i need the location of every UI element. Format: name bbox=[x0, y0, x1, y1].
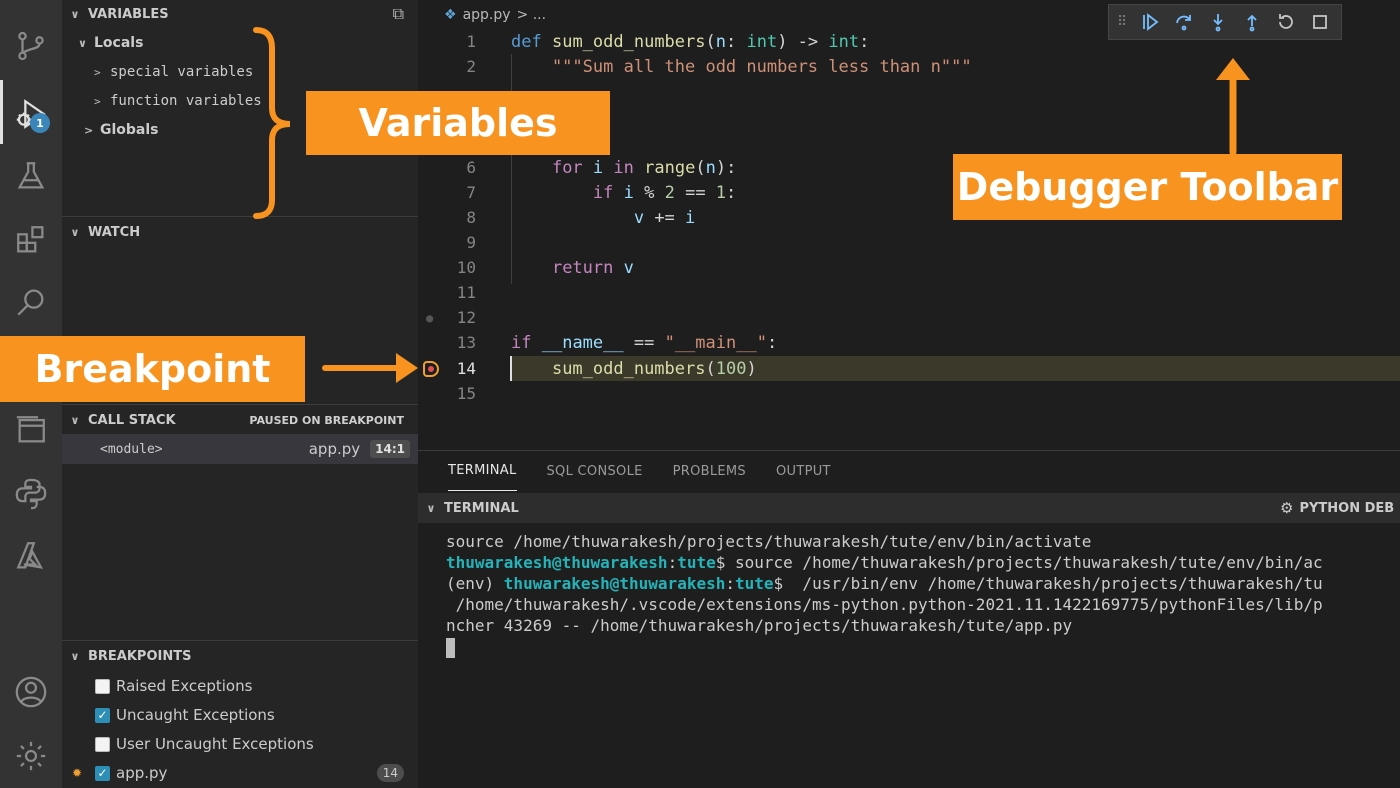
stop-icon[interactable] bbox=[1303, 7, 1337, 37]
step-over-icon[interactable] bbox=[1167, 7, 1201, 37]
terminal-line: thuwarakesh@thuwarakesh:tute$ source /ho… bbox=[446, 553, 1323, 572]
tab-sql-console[interactable]: SQL CONSOLE bbox=[547, 451, 643, 491]
chevron-right-icon: > bbox=[94, 94, 101, 108]
tree-item-function-variables[interactable]: > function variables bbox=[94, 87, 262, 115]
debugger-toolbar-callout: Debugger Toolbar bbox=[953, 154, 1342, 220]
divider bbox=[62, 404, 418, 405]
breadcrumb-file[interactable]: app.py bbox=[463, 7, 511, 23]
divider bbox=[62, 216, 418, 217]
breakpoint-uncaught-exceptions: ✓ Uncaught Exceptions bbox=[62, 701, 418, 729]
chevron-right-icon: > bbox=[94, 65, 101, 79]
terminal-line: ncher 43269 -- /home/thuwarakesh/project… bbox=[446, 616, 1073, 635]
active-indicator bbox=[0, 80, 3, 144]
terminal-header[interactable]: ∨ TERMINAL ⚙ PYTHON DEB bbox=[418, 493, 1400, 523]
step-into-icon[interactable] bbox=[1201, 7, 1235, 37]
call-stack-section-header[interactable]: ∨ CALL STACK PAUSED ON BREAKPOINT bbox=[62, 406, 418, 434]
watch-section-header[interactable]: ∨ WATCH bbox=[62, 218, 418, 246]
tab-problems[interactable]: PROBLEMS bbox=[673, 451, 746, 491]
breadcrumb-rest[interactable]: > ... bbox=[517, 7, 547, 23]
code-line-15: 15 bbox=[456, 384, 476, 403]
frame-position-badge: 14:1 bbox=[370, 440, 410, 458]
variables-callout: Variables bbox=[306, 91, 610, 155]
chevron-down-icon: ∨ bbox=[70, 7, 80, 21]
terminal-line: source /home/thuwarakesh/projects/thuwar… bbox=[446, 532, 1092, 551]
drag-handle-icon[interactable]: ⠿ bbox=[1117, 14, 1127, 30]
call-stack-frame[interactable]: <module> app.py 14:1 bbox=[62, 434, 418, 464]
tree-item-special-variables[interactable]: > special variables bbox=[94, 58, 253, 86]
debug-bug-icon: ⚙ bbox=[1280, 499, 1294, 517]
terminal-line: (env) thuwarakesh@thuwarakesh:tute$ /usr… bbox=[446, 574, 1323, 593]
azure-icon[interactable] bbox=[11, 536, 51, 576]
breakpoint-line-badge: 14 bbox=[376, 764, 404, 782]
code-line-2: 2 """Sum all the odd numbers less than n… bbox=[466, 56, 972, 77]
breakpoint-dot-icon: ✹ bbox=[72, 766, 83, 780]
python-file-icon: ❖ bbox=[444, 7, 457, 23]
continue-icon[interactable] bbox=[1133, 7, 1167, 37]
terminal-line: /home/thuwarakesh/.vscode/extensions/ms-… bbox=[446, 595, 1323, 614]
chevron-down-icon: ∨ bbox=[70, 225, 80, 239]
search-icon[interactable] bbox=[11, 282, 51, 322]
breakpoint-current-icon[interactable] bbox=[423, 360, 439, 377]
breakpoint-callout: Breakpoint bbox=[0, 336, 305, 402]
breakpoint-user-uncaught-exceptions: User Uncaught Exceptions bbox=[62, 730, 418, 758]
code-line-14: 14 sum_odd_numbers(100) bbox=[418, 356, 1400, 381]
tab-output[interactable]: OUTPUT bbox=[776, 451, 831, 491]
breakpoint-raised-exceptions: Raised Exceptions bbox=[62, 672, 418, 700]
python-icon[interactable] bbox=[11, 474, 51, 514]
panel-tabs: TERMINAL SQL CONSOLE PROBLEMS OUTPUT bbox=[418, 451, 1400, 491]
terminal-cursor bbox=[446, 638, 455, 658]
remote-explorer-icon[interactable] bbox=[11, 410, 51, 450]
code-line-9: 9 bbox=[466, 233, 476, 252]
tree-item-globals[interactable]: > Globals bbox=[84, 116, 159, 144]
restart-icon[interactable] bbox=[1269, 7, 1303, 37]
collapse-all-icon[interactable]: ⧉ bbox=[393, 4, 404, 24]
code-line-13: 13 if __name__ == "__main__": bbox=[456, 332, 778, 353]
step-out-icon[interactable] bbox=[1235, 7, 1269, 37]
checkbox-checked[interactable]: ✓ bbox=[95, 765, 110, 781]
debug-badge: 1 bbox=[30, 113, 50, 133]
tree-item-locals[interactable]: ∨ Locals bbox=[78, 29, 143, 57]
code-line-11: 11 bbox=[456, 283, 476, 302]
chevron-down-icon: ∨ bbox=[70, 649, 80, 663]
account-icon[interactable] bbox=[11, 672, 51, 712]
gear-icon[interactable] bbox=[11, 736, 51, 776]
tab-terminal[interactable]: TERMINAL bbox=[448, 451, 517, 491]
chevron-down-icon: ∨ bbox=[426, 501, 436, 515]
testing-icon[interactable] bbox=[11, 156, 51, 196]
divider bbox=[62, 640, 418, 641]
breakpoint-hint-dot-icon[interactable]: ● bbox=[426, 311, 433, 325]
code-editor[interactable]: ❖ app.py > ... 1 def sum_odd_numbers(n: … bbox=[418, 0, 1400, 450]
code-line-10: 10 return v bbox=[456, 257, 634, 278]
checkbox-unchecked[interactable] bbox=[95, 736, 110, 752]
extensions-icon[interactable] bbox=[11, 220, 51, 260]
breakpoints-section-header[interactable]: ∨ BREAKPOINTS bbox=[62, 642, 418, 670]
source-control-icon[interactable] bbox=[11, 26, 51, 66]
code-line-12: ● 12 bbox=[426, 308, 476, 327]
call-stack-status: PAUSED ON BREAKPOINT bbox=[249, 413, 404, 427]
chevron-down-icon: ∨ bbox=[70, 413, 80, 427]
checkbox-checked[interactable]: ✓ bbox=[95, 707, 110, 723]
variables-section-header[interactable]: ∨ VARIABLES ⧉ bbox=[62, 0, 418, 28]
chevron-right-icon: > bbox=[84, 123, 94, 137]
debugger-toolbar: ⠿ bbox=[1108, 4, 1342, 40]
terminal-session[interactable]: ⚙ PYTHON DEB bbox=[1280, 499, 1394, 517]
checkbox-unchecked[interactable] bbox=[95, 678, 110, 694]
chevron-down-icon: ∨ bbox=[78, 36, 87, 50]
breakpoint-app-py[interactable]: ✹ ✓ app.py 14 bbox=[62, 759, 418, 787]
